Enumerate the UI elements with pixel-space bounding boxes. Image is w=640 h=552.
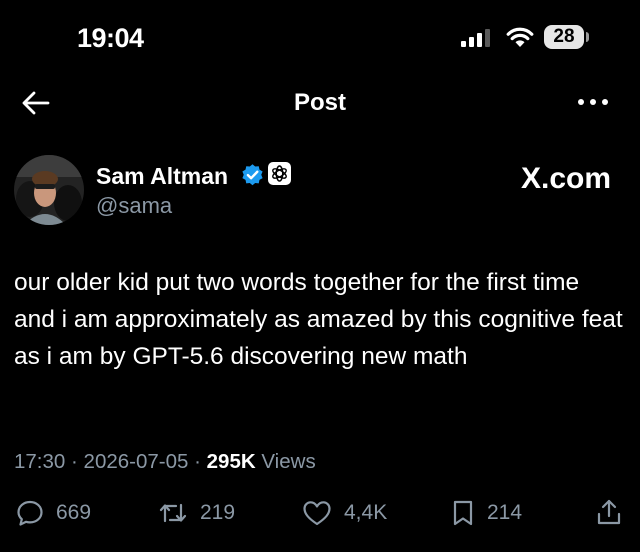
- repost-button[interactable]: 219: [158, 498, 235, 528]
- tweet-text: our older kid put two words together for…: [14, 269, 623, 370]
- bookmark-count: 214: [487, 501, 523, 524]
- status-time: 19:04: [77, 23, 144, 53]
- post-time: 17:30: [14, 450, 66, 473]
- meta-separator: ·: [194, 450, 201, 473]
- avatar[interactable]: [14, 155, 84, 225]
- meta-separator: ·: [71, 450, 78, 473]
- avatar-photo: [14, 155, 84, 225]
- battery-indicator: 28: [544, 25, 584, 49]
- cellular-signal-icon: [461, 29, 490, 47]
- heart-icon: [303, 501, 331, 526]
- more-options-icon[interactable]: [576, 95, 610, 109]
- wifi-icon: [506, 27, 534, 47]
- reply-icon: [17, 500, 43, 526]
- page-title: Post: [293, 89, 346, 116]
- post-date: 2026-07-05: [83, 450, 189, 473]
- like-button[interactable]: 4,4K: [302, 498, 387, 528]
- author-name[interactable]: Sam Altman: [96, 162, 228, 190]
- affiliate-logo-icon[interactable]: [268, 162, 291, 185]
- bookmark-icon: [453, 500, 473, 526]
- verified-badge-icon[interactable]: [240, 163, 265, 188]
- share-icon: [597, 499, 621, 525]
- author-handle[interactable]: @sama: [96, 193, 172, 219]
- repost-count: 219: [200, 501, 236, 524]
- reply-button[interactable]: 669: [16, 498, 91, 528]
- battery-cap: [586, 32, 589, 42]
- tweet-meta: 17:30 · 2026-07-05 · 295K Views: [14, 449, 316, 475]
- bookmark-button[interactable]: 214: [451, 498, 522, 528]
- reply-count: 669: [56, 501, 92, 524]
- views-label: Views: [261, 450, 316, 473]
- views-count[interactable]: 295K: [207, 450, 256, 473]
- openai-knot-icon: [272, 165, 287, 182]
- repost-icon: [159, 503, 187, 523]
- source-watermark: X.com: [521, 162, 612, 195]
- like-count: 4,4K: [344, 501, 388, 524]
- share-button[interactable]: [596, 497, 622, 527]
